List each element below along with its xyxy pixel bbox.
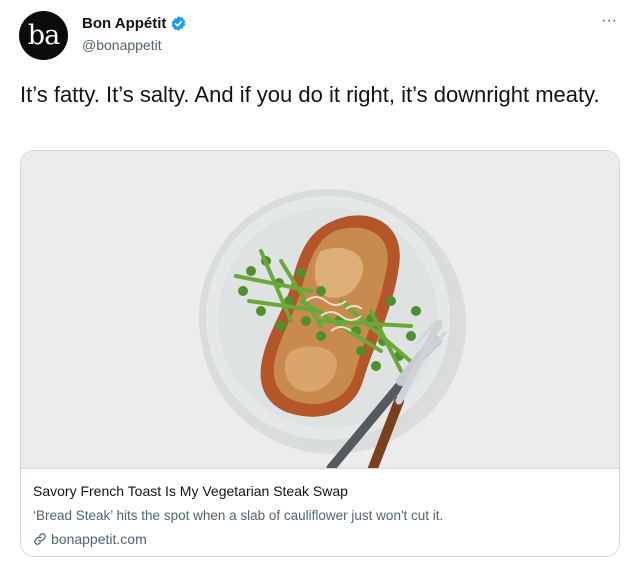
- author-name-row: Bon Appétit: [82, 15, 187, 32]
- card-image[interactable]: [21, 151, 619, 468]
- tweet-text: It’s fatty. It’s salty. And if you do it…: [20, 82, 600, 107]
- author-display-name[interactable]: Bon Appétit: [82, 15, 166, 32]
- more-options-icon[interactable]: ···: [598, 10, 620, 32]
- card-footer[interactable]: Savory French Toast Is My Vegetarian Ste…: [21, 468, 619, 556]
- avatar[interactable]: ba: [19, 11, 68, 60]
- verified-badge-icon: [170, 15, 187, 32]
- card-domain-row[interactable]: bonappetit.com: [33, 531, 147, 547]
- french-toast-plate-illustration: [21, 151, 619, 468]
- card-domain: bonappetit.com: [51, 531, 147, 547]
- author-handle[interactable]: @bonappetit: [82, 37, 162, 53]
- link-icon: [33, 532, 47, 546]
- card-title[interactable]: Savory French Toast Is My Vegetarian Ste…: [33, 483, 348, 499]
- tweet: ba Bon Appétit @bonappetit ··· It’s fatt…: [0, 0, 634, 563]
- avatar-logo-text: ba: [27, 20, 60, 51]
- link-preview-card[interactable]: Savory French Toast Is My Vegetarian Ste…: [20, 150, 620, 557]
- card-description: ‘Bread Steak’ hits the spot when a slab …: [33, 508, 444, 523]
